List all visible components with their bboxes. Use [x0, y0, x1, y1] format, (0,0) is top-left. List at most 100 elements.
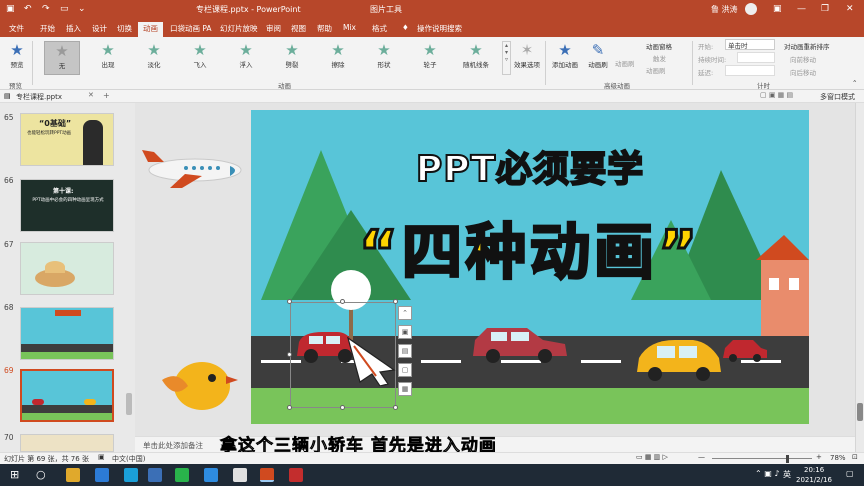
spell-check-icon[interactable]: ▣ [98, 453, 105, 461]
customize-icon[interactable]: ⌄ [78, 4, 86, 14]
ime-indicator[interactable]: 英 [783, 469, 791, 480]
zoom-in-icon[interactable]: + [816, 453, 822, 461]
file-explorer-icon[interactable] [66, 468, 80, 482]
slide-title[interactable]: PPT必须要学 [251, 140, 809, 192]
edge-icon[interactable] [124, 468, 138, 482]
panel-scrollbar[interactable] [126, 393, 132, 415]
copy-animation-label[interactable]: 动画刷 [615, 58, 635, 68]
clock-date[interactable]: 2021/2/16 [796, 476, 832, 484]
tab-mix[interactable]: Mix [343, 23, 356, 32]
tab-pocket-animation[interactable]: 口袋动画 PA [170, 23, 212, 34]
small-red-car[interactable] [721, 338, 769, 364]
minimize-icon[interactable]: — [797, 4, 806, 14]
anim-fade[interactable]: ★ 淡化 [136, 41, 172, 75]
tab-view[interactable]: 视图 [291, 23, 306, 34]
tab-design[interactable]: 设计 [92, 23, 107, 34]
move-later-button[interactable]: 向后移动 [790, 67, 816, 77]
yellow-car[interactable] [635, 336, 723, 382]
move-earlier-button[interactable]: 向前移动 [790, 54, 816, 64]
slide-thumbnail-65[interactable]: “0基础” 也能轻松玩转PPT动画 [20, 113, 114, 166]
tab-help[interactable]: 帮助 [317, 23, 332, 34]
notifications-icon[interactable]: ▢ [846, 469, 854, 478]
zoom-slider[interactable] [712, 458, 812, 459]
tab-format[interactable]: 格式 [372, 23, 387, 34]
trigger-button[interactable]: 触发 [653, 53, 666, 63]
anim-none[interactable]: ★ 无 [44, 41, 80, 75]
view-buttons[interactable]: ▭ ▦ ▥ ▷ [636, 453, 668, 461]
anim-split[interactable]: ★ 劈裂 [274, 41, 310, 75]
slide-thumbnail-70[interactable] [20, 434, 114, 452]
resize-handle[interactable] [393, 299, 398, 304]
wechat-icon[interactable] [175, 468, 189, 482]
notes-placeholder[interactable]: 单击此处添加备注 [143, 440, 203, 451]
anim-appear[interactable]: ★ 出现 [90, 41, 126, 75]
resize-handle[interactable] [340, 405, 345, 410]
layout-options-icon[interactable]: ⌃ [398, 306, 412, 320]
slide-thumbnail-68[interactable] [20, 307, 114, 360]
system-tray-icons[interactable]: ⌃ ▣ ♪ [755, 469, 779, 478]
tab-file[interactable]: 文件 [9, 23, 24, 34]
maximize-icon[interactable]: ❐ [821, 4, 829, 14]
tab-insert[interactable]: 插入 [66, 23, 81, 34]
anim-fly-in[interactable]: ★ 飞入 [182, 41, 218, 75]
zoom-out-icon[interactable]: — [698, 453, 705, 461]
windows-start-icon[interactable]: ⊞ [10, 468, 19, 481]
search-icon[interactable]: ○ [36, 468, 46, 481]
multi-window-mode[interactable]: 多窗口模式 [820, 92, 855, 102]
close-icon[interactable]: ✕ [846, 4, 854, 14]
tab-transitions[interactable]: 切换 [117, 23, 132, 34]
effect-options-button[interactable]: ✶ 效果选项 [511, 41, 543, 75]
delay-input[interactable] [725, 65, 775, 76]
preview-button[interactable]: ★ 预览 [2, 41, 32, 75]
clock-time[interactable]: 20:16 [804, 466, 824, 474]
start-select[interactable]: 单击时 [725, 39, 775, 50]
present-icon[interactable]: ▭ [60, 4, 69, 14]
close-doc-icon[interactable]: ✕ [88, 91, 94, 99]
anim-random-bars[interactable]: ★ 随机线条 [458, 41, 494, 75]
add-animation-button[interactable]: ★ 添加动画 [549, 41, 581, 75]
scroll-thumb[interactable] [857, 403, 863, 421]
resize-handle[interactable] [393, 405, 398, 410]
redo-icon[interactable]: ↷ [42, 4, 50, 14]
slide-thumbnail-69[interactable] [20, 369, 114, 422]
anim-wheel[interactable]: ★ 轮子 [412, 41, 448, 75]
tab-home[interactable]: 开始 [40, 23, 55, 34]
anim-wipe[interactable]: ★ 擦除 [320, 41, 356, 75]
gallery-scroll[interactable]: ▴ ▾ ▿ [502, 41, 511, 75]
powerpoint-icon[interactable] [260, 468, 274, 482]
resize-handle[interactable] [287, 352, 292, 357]
animation-pane-button[interactable]: 动画窗格 [646, 41, 672, 51]
mail-icon[interactable] [148, 468, 162, 482]
tell-me-search[interactable]: 操作说明搜索 [417, 23, 462, 34]
slide-thumbnail-66[interactable]: 第十课: PPT动画中必会的四种动画呈现方式 [20, 179, 114, 232]
browser-icon[interactable] [95, 468, 109, 482]
undo-icon[interactable]: ↶ [24, 4, 32, 14]
app-icon[interactable] [233, 468, 247, 482]
ribbon-options-icon[interactable]: ▣ [773, 4, 782, 14]
slide-main-heading[interactable]: “四种动画” [251, 204, 809, 291]
anim-shape[interactable]: ★ 形状 [366, 41, 402, 75]
avatar[interactable] [745, 3, 757, 15]
resize-handle[interactable] [340, 299, 345, 304]
language-status[interactable]: 中文(中国) [112, 454, 145, 464]
animation-painter-button[interactable]: ✎ 动画刷 [582, 41, 614, 75]
user-name[interactable]: 鲁 洪涛 [711, 4, 738, 15]
tab-animations[interactable]: 动画 [138, 22, 163, 37]
anim-float-in[interactable]: ★ 浮入 [228, 41, 264, 75]
duration-input[interactable] [737, 52, 775, 63]
save-icon[interactable]: ▣ [6, 4, 15, 14]
document-tab[interactable]: 专栏课程.pptx [16, 92, 62, 102]
editor-scrollbar[interactable] [855, 103, 864, 452]
new-doc-icon[interactable]: + [103, 91, 110, 100]
tab-review[interactable]: 审阅 [266, 23, 281, 34]
slide-thumbnail-67[interactable] [20, 242, 114, 295]
animation-painter-small[interactable]: 动画刷 [646, 65, 666, 75]
fit-slide-icon[interactable]: ⊡ [852, 453, 858, 461]
doc-tools-icon[interactable]: ▢ ▣ ▦ ▤ [760, 91, 793, 99]
tab-slideshow[interactable]: 幻灯片放映 [220, 23, 258, 34]
collapse-ribbon-icon[interactable]: ⌃ [852, 79, 857, 87]
app-icon[interactable] [289, 468, 303, 482]
zoom-level[interactable]: 78% [830, 454, 846, 462]
zoom-slider-thumb[interactable] [786, 455, 789, 463]
chat-app-icon[interactable] [204, 468, 218, 482]
